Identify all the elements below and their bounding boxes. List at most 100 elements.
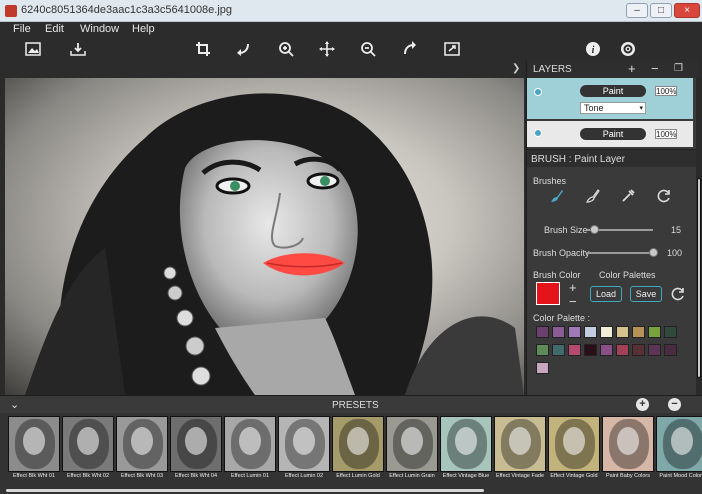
preset-thumbnail[interactable]	[278, 416, 330, 472]
presets-scrollbar[interactable]	[6, 489, 484, 492]
add-color-button[interactable]: +	[569, 281, 577, 295]
panel-toggle-icon[interactable]: ❯	[512, 63, 520, 74]
layer-opacity[interactable]: 100%	[655, 86, 677, 96]
thumbnail-face	[131, 427, 153, 455]
panel-scrollbar[interactable]	[696, 78, 702, 395]
load-palette-button[interactable]: Load	[590, 286, 622, 302]
palette-swatch[interactable]	[536, 344, 549, 356]
duplicate-layer-icon[interactable]: ❐	[674, 62, 683, 76]
menu-window[interactable]: Window	[80, 22, 119, 37]
settings-icon[interactable]	[618, 39, 638, 59]
preset-label: Effect Vintage Fade	[495, 473, 545, 479]
preset-thumbnail[interactable]	[548, 416, 600, 472]
layer-visibility-icon[interactable]	[534, 88, 542, 96]
preset-label: Effect Lumin 01	[230, 473, 270, 479]
add-preset-button[interactable]: +	[636, 398, 649, 411]
palette-swatch[interactable]	[648, 326, 661, 338]
menu-file[interactable]: File	[13, 22, 31, 37]
scrollbar-thumb[interactable]	[697, 178, 701, 378]
palette-swatch[interactable]	[568, 326, 581, 338]
preset-thumbnail[interactable]	[656, 416, 702, 472]
toolbar: i	[0, 37, 702, 61]
menu-bar: File Edit Window Help	[0, 22, 702, 37]
preset-label: Paint Mood Colors	[659, 473, 702, 479]
collapse-presets-icon[interactable]: ⌄	[10, 398, 19, 411]
close-button[interactable]: ×	[674, 3, 700, 18]
open-image-icon[interactable]	[23, 39, 43, 59]
brush-opacity-track[interactable]	[587, 252, 653, 254]
preset-thumbnail[interactable]	[494, 416, 546, 472]
palette-swatch[interactable]	[616, 344, 629, 356]
preset-thumbnail[interactable]	[602, 416, 654, 472]
thumbnail-face	[509, 427, 531, 455]
palette-swatch[interactable]	[600, 344, 613, 356]
layer-item[interactable]: Paint 100% Tone ▾	[527, 78, 693, 119]
eyedropper-icon[interactable]	[617, 185, 639, 207]
palette-swatch[interactable]	[664, 344, 677, 356]
preset-thumbnail[interactable]	[62, 416, 114, 472]
layer-visibility-icon[interactable]	[534, 129, 542, 137]
layer-item[interactable]: Paint 100%	[527, 121, 693, 147]
save-image-icon[interactable]	[68, 39, 88, 59]
blend-mode-select[interactable]: Tone ▾	[580, 102, 646, 114]
zoom-in-icon[interactable]	[276, 39, 296, 59]
crop-icon[interactable]	[193, 39, 213, 59]
preset-label: Effect Blk Wht 04	[174, 473, 218, 479]
palette-swatch[interactable]	[536, 362, 549, 374]
fit-screen-icon[interactable]	[442, 39, 462, 59]
thumbnail-face	[185, 427, 207, 455]
rotate-left-icon[interactable]	[233, 39, 253, 59]
palette-swatch[interactable]	[552, 344, 565, 356]
layers-title: LAYERS	[533, 64, 572, 75]
remove-color-button[interactable]: −	[569, 295, 577, 309]
brush-tool-icon[interactable]	[546, 185, 568, 207]
preset-thumbnail[interactable]	[8, 416, 60, 472]
palette-swatch[interactable]	[536, 326, 549, 338]
rotate-right-icon[interactable]	[400, 39, 420, 59]
app-icon	[5, 5, 17, 17]
palette-swatch[interactable]	[616, 326, 629, 338]
maximize-button[interactable]: □	[650, 3, 672, 18]
preset-thumbnail[interactable]	[386, 416, 438, 472]
palette-swatch[interactable]	[632, 326, 645, 338]
info-icon[interactable]: i	[583, 39, 603, 59]
palette-swatch[interactable]	[584, 344, 597, 356]
palette-swatch[interactable]	[568, 344, 581, 356]
palette-swatch[interactable]	[584, 326, 597, 338]
dropdown-arrow-icon: ▾	[639, 105, 643, 112]
menu-help[interactable]: Help	[132, 22, 155, 37]
remove-preset-button[interactable]: −	[668, 398, 681, 411]
save-palette-button[interactable]: Save	[630, 286, 662, 302]
thumbnail-face	[401, 427, 423, 455]
brush-opacity-value: 100	[667, 248, 683, 258]
brush-color-swatch[interactable]	[536, 282, 560, 305]
preset-thumbnail[interactable]	[116, 416, 168, 472]
menu-edit[interactable]: Edit	[45, 22, 64, 37]
refresh-palette-icon[interactable]	[667, 283, 689, 305]
portrait-photo	[25, 93, 524, 395]
brush-size-thumb[interactable]	[589, 225, 599, 234]
layer-opacity[interactable]: 100%	[655, 129, 677, 139]
move-icon[interactable]	[317, 39, 337, 59]
zoom-out-icon[interactable]	[358, 39, 378, 59]
canvas-header	[0, 61, 524, 78]
palette-swatch[interactable]	[552, 326, 565, 338]
preset-label: Effect Lumin 02	[284, 473, 324, 479]
palette-swatch[interactable]	[648, 344, 661, 356]
eraser-tool-icon[interactable]	[582, 185, 604, 207]
preset-thumbnail[interactable]	[170, 416, 222, 472]
preset-thumbnail[interactable]	[440, 416, 492, 472]
preset-thumbnail[interactable]	[332, 416, 384, 472]
palette-swatch[interactable]	[632, 344, 645, 356]
add-layer-button[interactable]: +	[628, 62, 636, 76]
reset-icon[interactable]	[653, 185, 675, 207]
brush-opacity-label: Brush Opacity	[533, 248, 590, 258]
minimize-button[interactable]: –	[626, 3, 648, 18]
image-canvas[interactable]	[5, 78, 524, 395]
palette-swatch[interactable]	[600, 326, 613, 338]
preset-thumbnail[interactable]	[224, 416, 276, 472]
brush-opacity-thumb[interactable]	[649, 248, 658, 257]
preset-label: Effect Blk Wht 01	[12, 473, 56, 479]
palette-swatch[interactable]	[664, 326, 677, 338]
remove-layer-button[interactable]: −	[651, 62, 659, 76]
